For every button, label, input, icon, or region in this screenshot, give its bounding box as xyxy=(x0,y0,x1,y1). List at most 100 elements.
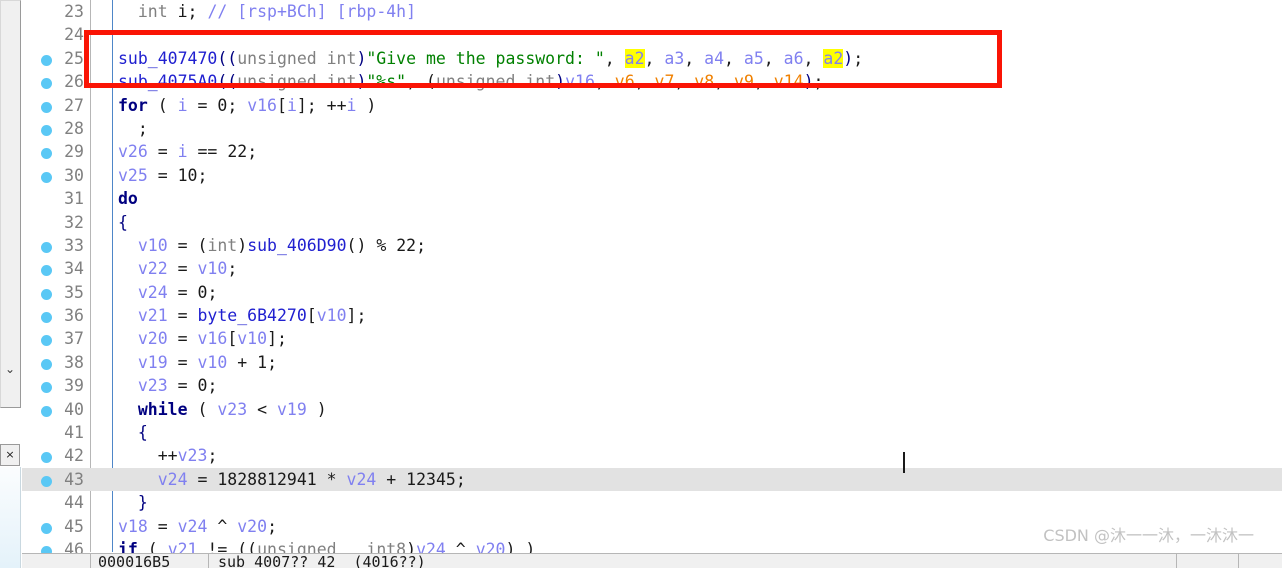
code-text[interactable]: v24 = 0; xyxy=(118,281,218,304)
line-number: 32 xyxy=(64,212,84,232)
code-token: i xyxy=(286,95,297,115)
code-line[interactable]: 32 { xyxy=(22,211,1282,234)
code-token: ; xyxy=(207,446,218,466)
code-line[interactable]: 39 v23 = 0; xyxy=(22,374,1282,397)
code-token: i xyxy=(177,95,188,115)
code-text[interactable]: v23 = 0; xyxy=(118,374,218,397)
code-line[interactable]: 40 while ( v23 < v19 ) xyxy=(22,398,1282,421)
ida-pseudocode-window: ⌄ × 23 int i; // [rsp+BCh] [rbp-4h] 24 25 s… xyxy=(0,0,1282,568)
code-text[interactable]: sub_407470((unsigned int)"Give me the pa… xyxy=(118,47,863,70)
code-text[interactable]: v20 = v16[v10]; xyxy=(118,327,287,350)
code-token: ) xyxy=(356,48,367,68)
code-token: + xyxy=(376,469,407,489)
code-token: v25 xyxy=(118,165,148,185)
dock-strip-upper xyxy=(0,0,21,408)
code-line[interactable]: 41 { xyxy=(22,421,1282,444)
code-line[interactable]: 36 v21 = byte_6B4270[v10]; xyxy=(22,304,1282,327)
code-text[interactable]: v24 = 1828812941 * v24 + 12345; xyxy=(118,468,466,491)
code-line[interactable]: 31 do xyxy=(22,187,1282,210)
code-token: ; xyxy=(853,48,864,68)
dock-strip-lower xyxy=(0,467,21,568)
code-token: v7 xyxy=(654,72,675,92)
code-token: , xyxy=(803,48,824,68)
code-line[interactable]: 44 } xyxy=(22,491,1282,514)
code-token: do xyxy=(118,189,138,209)
line-number: 39 xyxy=(64,376,84,396)
code-line[interactable]: 25 sub_407470((unsigned int)"Give me the … xyxy=(22,47,1282,70)
code-token: , xyxy=(753,72,774,92)
status-location: sub_4007?? 42 (4016??) xyxy=(218,553,426,568)
code-token: a6 xyxy=(783,48,804,68)
line-number: 29 xyxy=(64,142,84,162)
line-number: 38 xyxy=(64,352,84,372)
line-number: 35 xyxy=(64,282,84,302)
code-token: ; xyxy=(227,259,238,279)
code-token: v24 xyxy=(137,282,168,302)
code-token: ; xyxy=(137,118,148,138)
code-text[interactable]: v10 = (int)sub_406D90() % 22; xyxy=(118,234,426,257)
code-token: = xyxy=(167,352,198,372)
code-text[interactable]: v22 = v10; xyxy=(118,257,237,280)
code-line[interactable]: 43 v24 = 1828812941 * v24 + 12345; xyxy=(22,467,1282,492)
code-token: unsigned int xyxy=(237,48,357,68)
code-text[interactable]: v21 = byte_6B4270[v10]; xyxy=(118,304,367,327)
close-icon[interactable]: × xyxy=(0,444,20,466)
code-token: ; xyxy=(813,72,824,92)
chevron-down-icon[interactable]: ⌄ xyxy=(0,358,20,380)
code-token: , xyxy=(684,48,705,68)
code-token: ) xyxy=(843,48,854,68)
code-line[interactable]: 24 xyxy=(22,23,1282,46)
code-line[interactable]: 37 v20 = v16[v10]; xyxy=(22,327,1282,350)
code-token: int xyxy=(137,2,168,21)
code-token: = xyxy=(147,142,178,162)
code-token: [ xyxy=(277,95,287,115)
status-divider xyxy=(208,554,209,568)
code-text[interactable]: { xyxy=(118,211,128,234)
code-text[interactable]: ++v23; xyxy=(118,444,218,467)
line-number: 33 xyxy=(64,235,84,255)
code-text[interactable]: do xyxy=(118,187,138,210)
code-line[interactable]: 35 v24 = 0; xyxy=(22,281,1282,304)
code-line[interactable]: 28 ; xyxy=(22,117,1282,140)
code-text[interactable]: v18 = v24 ^ v20; xyxy=(118,515,277,538)
code-token: , xyxy=(674,72,695,92)
code-line[interactable]: 30 v25 = 10; xyxy=(22,164,1282,187)
left-dock-panel: ⌄ × xyxy=(0,0,22,568)
code-text[interactable]: while ( v23 < v19 ) xyxy=(118,398,327,421)
code-token: v10 xyxy=(197,259,228,279)
code-token: v10 xyxy=(316,306,347,326)
code-line[interactable]: 27 for ( i = 0; v16[i]; ++i ) xyxy=(22,94,1282,117)
code-text[interactable]: for ( i = 0; v16[i]; ++i ) xyxy=(118,94,376,117)
line-number: 41 xyxy=(64,423,84,443)
code-line[interactable]: 33 v10 = (int)sub_406D90() % 22; xyxy=(22,234,1282,257)
code-token: * xyxy=(316,469,347,489)
code-token: v10 xyxy=(137,235,168,255)
code-text[interactable]: v19 = v10 + 1; xyxy=(118,351,277,374)
code-token: , xyxy=(604,48,625,68)
watermark: CSDN @沐一一沐，一沐沐一 xyxy=(1043,526,1254,545)
code-token: ; xyxy=(207,282,218,302)
pseudocode-editor[interactable]: 23 int i; // [rsp+BCh] [rbp-4h] 24 25 sub_4… xyxy=(22,0,1282,568)
code-token: ; xyxy=(207,376,218,396)
code-text[interactable]: int i; // [rsp+BCh] [rbp-4h] xyxy=(118,0,416,23)
code-text[interactable]: v26 = i == 22; xyxy=(118,140,257,163)
code-token: v24 xyxy=(346,469,377,489)
code-text[interactable]: sub_4075A0((unsigned int)"%s", (unsigned… xyxy=(118,70,823,93)
line-number: 43 xyxy=(64,469,84,489)
code-text[interactable]: v25 = 10; xyxy=(118,164,207,187)
code-token: v20 xyxy=(237,516,268,536)
status-divider xyxy=(1176,554,1177,568)
code-line[interactable]: 38 v19 = v10 + 1; xyxy=(22,351,1282,374)
code-line[interactable]: 42 ++v23; xyxy=(22,444,1282,467)
code-token: v23 xyxy=(177,446,208,466)
code-token: // [rsp+BCh] [rbp-4h] xyxy=(207,2,417,21)
code-text[interactable]: { xyxy=(118,421,148,444)
code-text[interactable]: } xyxy=(118,491,148,514)
code-line[interactable]: 23 int i; // [rsp+BCh] [rbp-4h] xyxy=(22,0,1282,23)
code-token: v24 xyxy=(157,469,188,489)
code-line[interactable]: 26 sub_4075A0((unsigned int)"%s", (unsign… xyxy=(22,70,1282,93)
code-token: + xyxy=(227,352,258,372)
code-text[interactable]: ; xyxy=(118,117,148,140)
code-line[interactable]: 34 v22 = v10; xyxy=(22,257,1282,280)
code-line[interactable]: 29 v26 = i == 22; xyxy=(22,140,1282,163)
